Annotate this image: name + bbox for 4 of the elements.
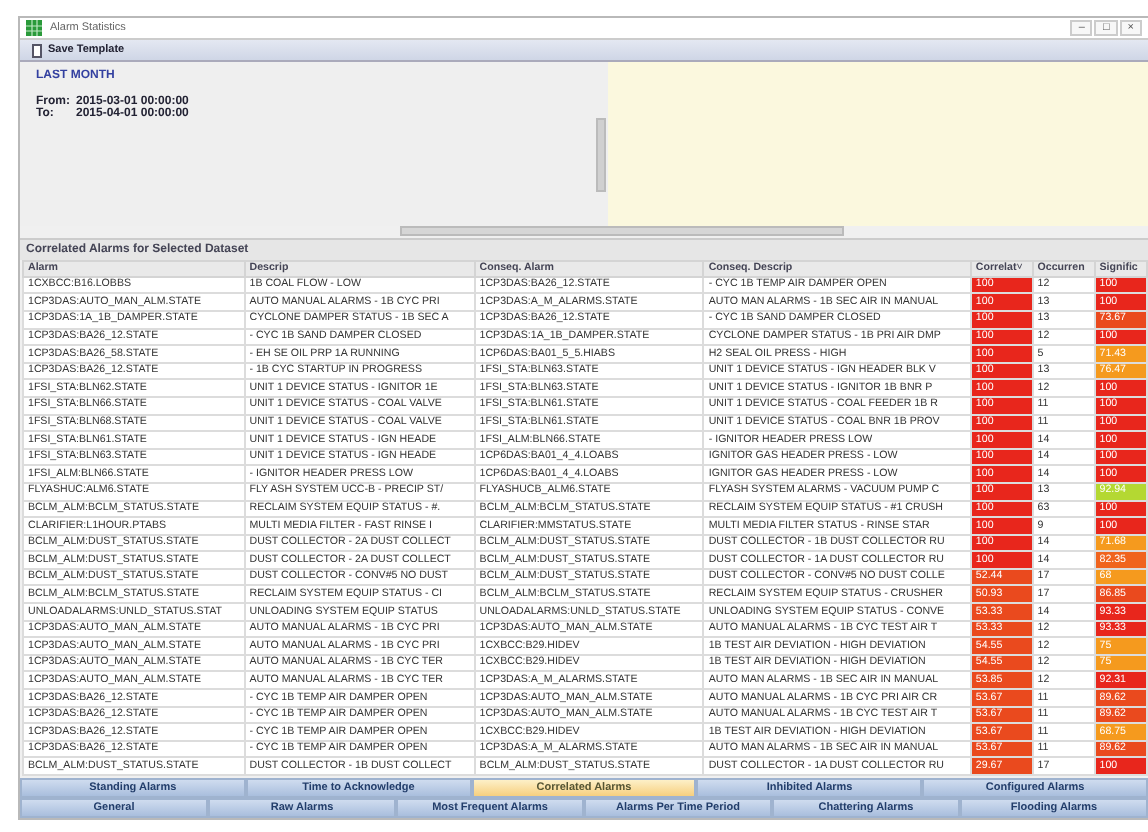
grid-icon xyxy=(26,20,42,37)
scrollbar[interactable] xyxy=(596,118,606,193)
document-icon xyxy=(32,43,42,58)
scrollbar[interactable] xyxy=(400,226,844,237)
